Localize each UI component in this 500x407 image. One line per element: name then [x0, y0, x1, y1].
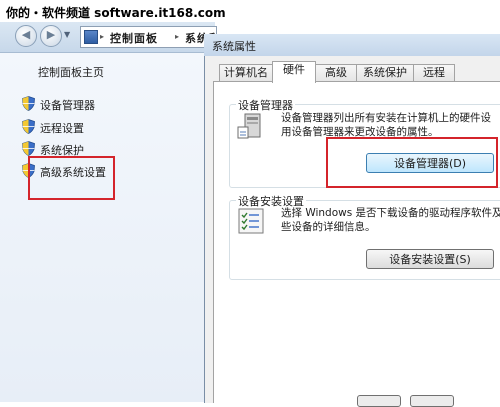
breadcrumb-control-panel[interactable]: 控制面板: [110, 30, 158, 46]
explorer-navigation-bar: ◀ ▶ ▼ ▸ 控制面板 ▸ 系统和安全: [0, 22, 217, 53]
back-arrow-icon: ◀: [21, 28, 31, 41]
shield-icon: [22, 141, 35, 156]
nav-item-label: 远程设置: [40, 122, 84, 135]
tab-computer-name[interactable]: 计算机名: [219, 64, 273, 82]
breadcrumb-separator-2: ▸: [175, 32, 181, 41]
tab-remote[interactable]: 远程: [413, 64, 455, 82]
device-install-desc-1: 选择 Windows 是否下载设备的驱动程序软件及: [281, 207, 500, 219]
address-bar[interactable]: ▸ 控制面板 ▸ 系统和安全: [80, 26, 217, 48]
watermark-text: 你的・软件频道 software.it168.com: [6, 6, 226, 20]
device-install-desc-2: 些设备的详细信息。: [281, 221, 376, 233]
device-manager-icon: [237, 113, 261, 139]
tab-system-protection[interactable]: 系统保护: [356, 64, 414, 82]
dialog-ok-button[interactable]: [357, 395, 401, 407]
control-panel-home-link[interactable]: 控制面板主页: [38, 64, 104, 80]
red-highlight-box: [28, 156, 115, 200]
device-install-settings-button[interactable]: 设备安装设置(S): [366, 249, 494, 269]
tab-advanced[interactable]: 高级: [315, 64, 357, 82]
dialog-title: 系统属性: [212, 40, 256, 53]
forward-button[interactable]: ▶: [40, 25, 62, 47]
breadcrumb-separator: ▸: [100, 32, 106, 41]
recent-pages-icon[interactable]: ▼: [64, 30, 70, 39]
forward-arrow-icon: ▶: [46, 28, 56, 41]
checklist-icon: [238, 208, 264, 234]
shield-icon: [22, 119, 35, 134]
control-panel-icon: [84, 30, 98, 44]
dialog-cancel-button[interactable]: [410, 395, 454, 407]
tab-hardware[interactable]: 硬件: [272, 61, 316, 83]
watermark-banner: 你的・软件频道 software.it168.com: [0, 0, 500, 22]
red-highlight-box: [326, 137, 498, 188]
device-manager-desc-1: 设备管理器列出所有安装在计算机上的硬件设: [281, 112, 491, 124]
nav-item-label: 设备管理器: [40, 99, 95, 112]
back-button[interactable]: ◀: [15, 25, 37, 47]
shield-icon: [22, 96, 35, 111]
